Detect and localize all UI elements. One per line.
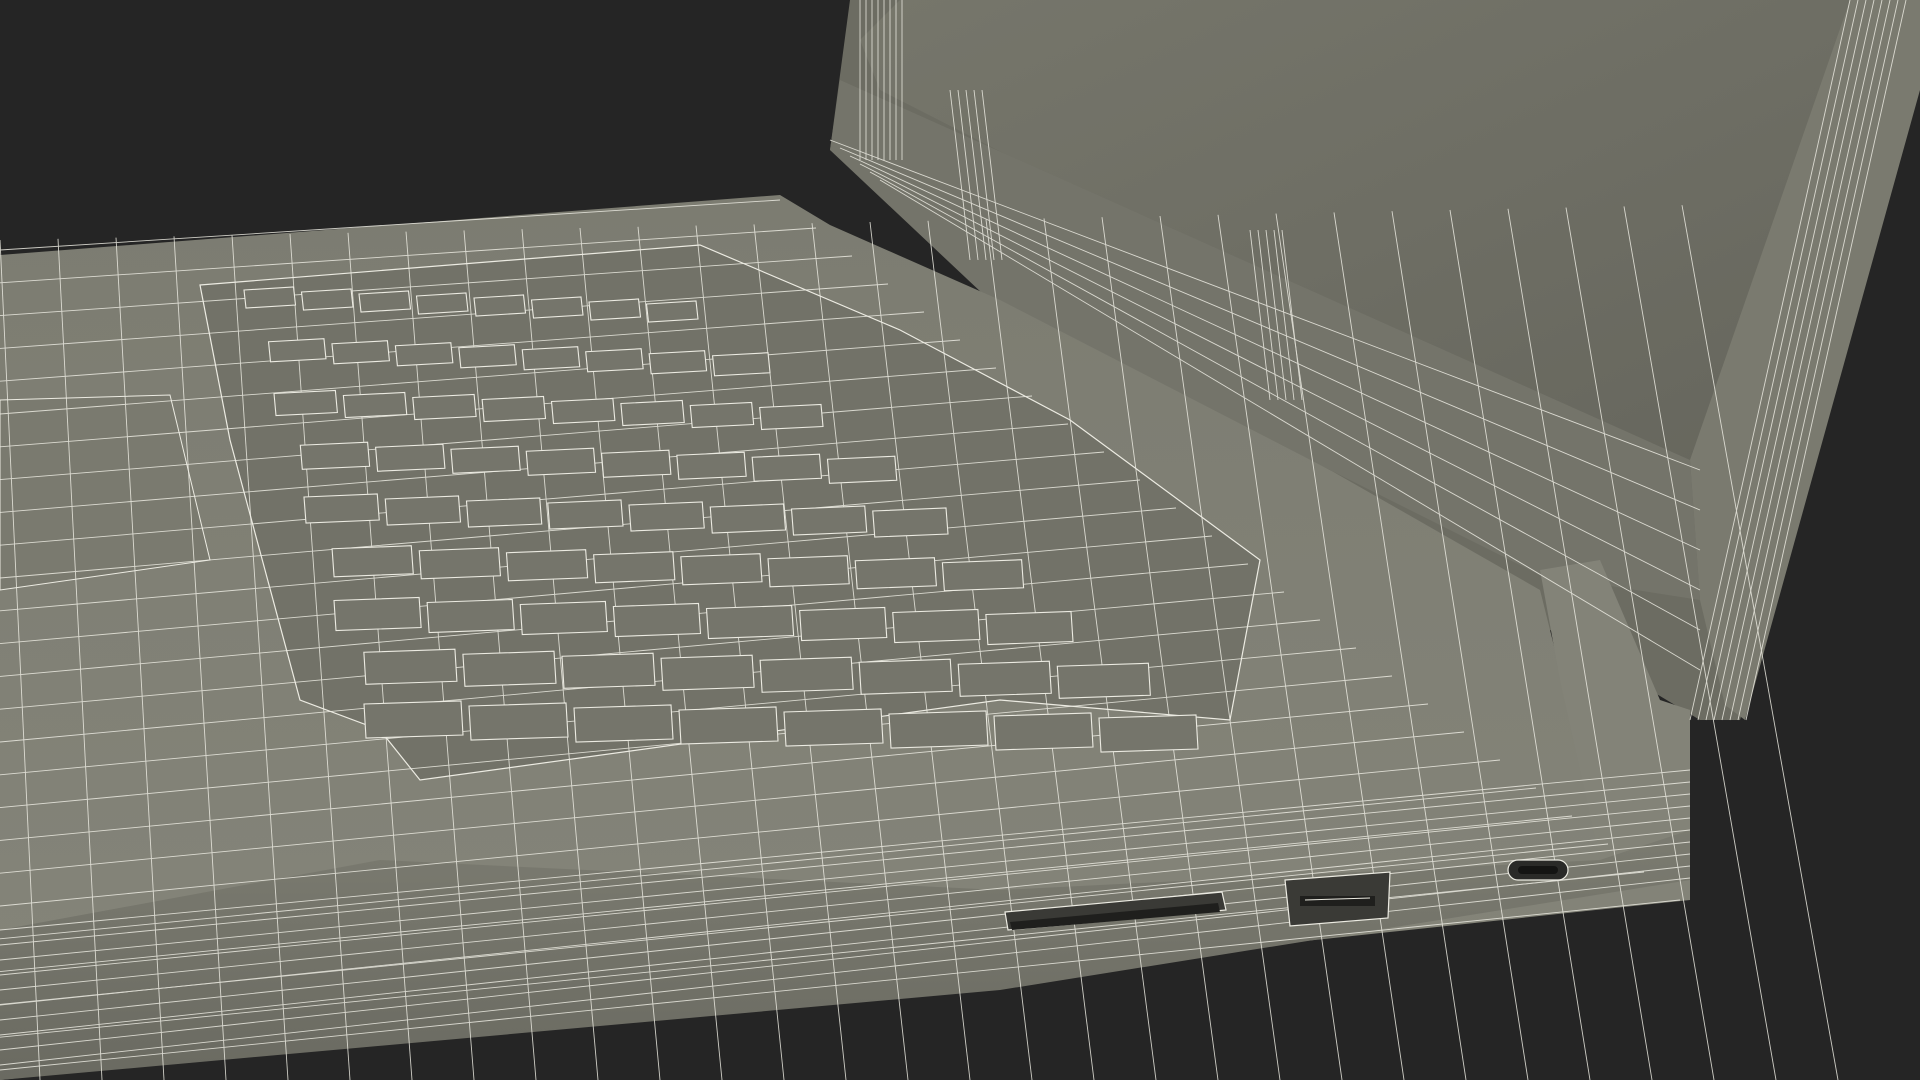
keyboard-key (767, 555, 850, 588)
keyboard-key (342, 391, 408, 419)
keyboard-key (612, 602, 702, 638)
keyboard-key (426, 598, 515, 634)
keyboard-key (384, 495, 462, 526)
keyboard-key (375, 443, 446, 472)
keyboard-key (363, 648, 458, 685)
keyboard-key (468, 702, 569, 741)
keyboard-key (759, 403, 824, 431)
keyboard-key (331, 340, 390, 365)
keyboard-key (799, 606, 888, 642)
keyboard-key (415, 292, 469, 315)
keyboard-key (628, 501, 705, 532)
keyboard-key (462, 650, 557, 687)
keyboard-key (705, 604, 795, 640)
keyboard-key (303, 493, 380, 524)
keyboard-key (465, 497, 543, 528)
keyboard-key (243, 286, 297, 309)
keyboard-key (593, 551, 676, 584)
keyboard-key (525, 447, 597, 476)
keyboard-key (892, 608, 981, 644)
keyboard-key (333, 596, 422, 632)
keyboard-key (550, 397, 616, 425)
usb-c-port (1507, 859, 1569, 881)
keyboard-key (783, 708, 884, 747)
keyboard-key (273, 389, 338, 417)
keyboard-key (620, 399, 685, 427)
keyboard-key (1056, 662, 1151, 699)
keyboard-key (648, 350, 708, 375)
keyboard-key (790, 505, 868, 536)
keyboard-key (473, 294, 527, 317)
keyboard-key (412, 393, 477, 421)
keyboard-key (418, 547, 502, 580)
keyboard-key (826, 455, 898, 484)
keyboard-key (505, 549, 589, 582)
keyboard-key (588, 298, 642, 321)
keyboard-key (331, 545, 414, 578)
laptop-wireframe-render (0, 0, 1920, 1080)
keyboard-key (358, 290, 412, 313)
keyboard-key (993, 712, 1094, 751)
wireframe-render-container (0, 0, 1920, 1080)
keyboard-key (680, 553, 763, 586)
keyboard-key (450, 445, 521, 474)
keyboard-key (267, 338, 327, 363)
keyboard-key (645, 300, 699, 323)
keyboard-key (711, 352, 771, 377)
keyboard-key (985, 610, 1074, 646)
usb-port (1284, 871, 1391, 927)
keyboard-key (530, 296, 584, 319)
keyboard-key (888, 710, 989, 749)
keyboard-key (521, 346, 581, 371)
keyboard-key (1098, 714, 1199, 753)
keyboard-key (561, 652, 656, 689)
keyboard-key (363, 700, 464, 739)
keyboard-key (759, 656, 854, 693)
keyboard-key (854, 557, 937, 590)
keyboard-key (458, 344, 517, 369)
keyboard-key (300, 288, 354, 311)
keyboard-key (585, 348, 644, 373)
keyboard-key (547, 499, 624, 530)
keyboard-key (573, 704, 674, 743)
keyboard-key (941, 559, 1025, 592)
keyboard-key (678, 706, 779, 745)
keyboard-key (872, 507, 949, 538)
keyboard-key (394, 342, 454, 367)
keyboard-key (600, 449, 672, 478)
keyboard-key (676, 451, 747, 480)
keyboard-key (709, 503, 787, 534)
keyboard-key (519, 600, 608, 636)
keyboard-key (689, 401, 755, 429)
keyboard-key (660, 654, 755, 691)
keyboard-key (299, 441, 371, 470)
keyboard-key (751, 453, 823, 482)
keyboard-key (481, 395, 547, 423)
keyboard-key (858, 658, 953, 695)
keyboard-key (957, 660, 1052, 697)
